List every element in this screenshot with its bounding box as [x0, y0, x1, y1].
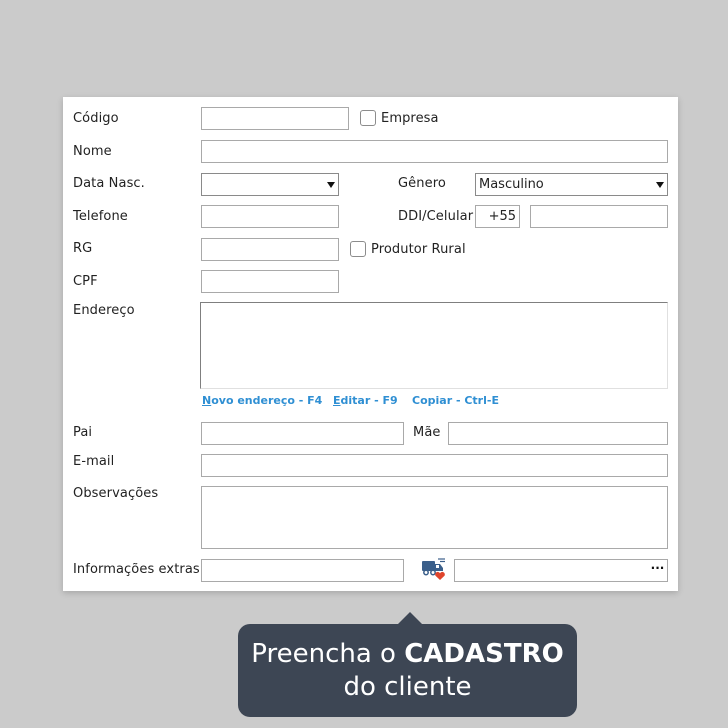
customer-form-panel: Código Empresa Nome Data Nasc. Gênero Ma… [63, 97, 678, 591]
editar-accel: E [333, 394, 341, 407]
empresa-checkbox[interactable] [360, 110, 376, 126]
email-input[interactable] [201, 454, 668, 477]
codigo-input[interactable] [201, 107, 349, 130]
genero-label: Gênero [398, 176, 446, 191]
telefone-input[interactable] [201, 205, 339, 228]
cpf-label: CPF [73, 274, 98, 289]
empresa-label: Empresa [381, 111, 439, 126]
tooltip-line-2: do cliente [343, 672, 472, 702]
chevron-down-icon [656, 182, 664, 188]
cpf-input[interactable] [201, 270, 339, 293]
endereco-label: Endereço [73, 303, 135, 318]
editar-link[interactable]: Editar - F9 [333, 394, 398, 407]
observacoes-textarea[interactable] [201, 486, 668, 549]
celular-input[interactable] [530, 205, 668, 228]
telefone-label: Telefone [73, 209, 128, 224]
ellipsis-button[interactable]: ··· [650, 562, 665, 579]
ddi-input[interactable]: +55 [475, 205, 520, 228]
rg-label: RG [73, 241, 93, 256]
email-label: E-mail [73, 454, 115, 469]
tooltip-line-1-regular: Preencha o [251, 639, 405, 669]
informacoes-extras-label: Informações extras [73, 562, 200, 577]
mae-label: Mãe [413, 425, 441, 440]
tooltip-line-1-bold: CADASTRO [404, 639, 564, 669]
observacoes-label: Observações [73, 486, 159, 501]
rg-input[interactable] [201, 238, 339, 261]
extras-lookup-input[interactable]: ··· [454, 559, 668, 582]
ddi-celular-label: DDI/Celular [398, 209, 474, 224]
tooltip-pointer [398, 612, 422, 624]
chevron-down-icon [327, 182, 335, 188]
novo-endereco-text: ovo endereço - F4 [211, 394, 323, 407]
genero-select[interactable]: Masculino [475, 173, 668, 196]
codigo-label: Código [73, 111, 119, 126]
novo-endereco-accel: N [202, 394, 212, 407]
genero-value: Masculino [479, 177, 544, 192]
novo-endereco-link[interactable]: Novo endereço - F4 [202, 394, 322, 407]
data-nasc-label: Data Nasc. [73, 176, 145, 191]
endereco-list[interactable] [200, 302, 668, 389]
nome-input[interactable] [201, 140, 668, 163]
informacoes-extras-input[interactable] [201, 559, 404, 582]
pai-input[interactable] [201, 422, 404, 445]
tooltip-line-1: Preencha o CADASTRO [238, 638, 577, 671]
truck-heart-icon[interactable] [421, 558, 447, 582]
pai-label: Pai [73, 425, 93, 440]
produtor-rural-checkbox[interactable] [350, 241, 366, 257]
callout-tooltip: Preencha o CADASTRO do cliente [238, 612, 577, 717]
editar-text: ditar - F9 [340, 394, 398, 407]
copiar-link[interactable]: Copiar - Ctrl-E [412, 394, 499, 407]
nome-label: Nome [73, 144, 112, 159]
produtor-rural-label: Produtor Rural [371, 242, 466, 257]
data-nasc-select[interactable] [201, 173, 339, 196]
mae-input[interactable] [448, 422, 668, 445]
